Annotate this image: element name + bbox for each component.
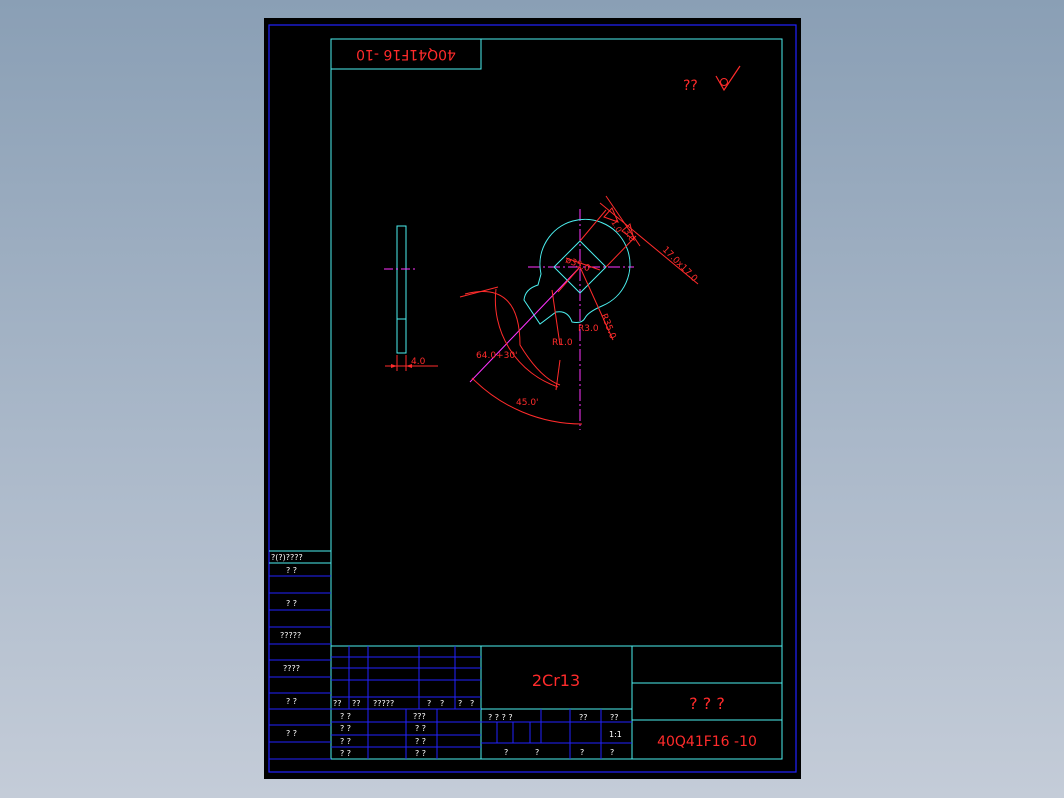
sign-row-2: ? ? [340, 724, 351, 733]
side-panel-row-4: ???? [283, 664, 300, 673]
rev-label-1: ?? [333, 699, 342, 708]
code-rotated-text: 40Q41F16 -10 [356, 46, 456, 62]
rev-label-7: ? [470, 699, 474, 708]
drawing-viewport[interactable]: 40Q41F16 -10 ?? 4.0 17.0x17.0 1.0 3.0 ø3… [0, 0, 1064, 798]
side-panel-row-6: ? ? [286, 729, 297, 738]
side-panel-row-2: ? ? [286, 599, 297, 608]
sign-col-4: ? ? [415, 749, 426, 758]
part-name-text: ? ? ? [689, 694, 725, 713]
material-text: 2Cr13 [532, 671, 580, 690]
part-code-text: 40Q41F16 -10 [657, 734, 757, 750]
r3-dimension: R3.0 [578, 324, 599, 334]
side-panel-row-1: ? ? [286, 566, 297, 575]
sign-row-4: ? ? [340, 749, 351, 758]
stage-label-1: ? ? ? ? [488, 713, 513, 722]
side-panel-header: ?(?)???? [271, 553, 303, 562]
bottom-label-3: ? [580, 748, 584, 757]
scale-text: 1:1 [609, 730, 622, 739]
arc-radius-value: 64.0 [476, 351, 496, 361]
sign-row-1: ? ? [340, 712, 351, 721]
rev-label-6: ? [458, 699, 462, 708]
sign-row-3: ? ? [340, 737, 351, 746]
roughness-text: ?? [683, 78, 698, 94]
sign-col-1: ??? [413, 712, 426, 721]
arc-radius-dimension: 64.0+30' [476, 351, 518, 361]
rev-label-4: ? [427, 699, 431, 708]
rev-label-5: ? [440, 699, 444, 708]
sign-col-2: ? ? [415, 724, 426, 733]
bottom-label-4: ? [610, 748, 614, 757]
rev-label-3: ????? [373, 699, 394, 708]
side-panel-row-3: ????? [280, 631, 301, 640]
sign-col-3: ? ? [415, 737, 426, 746]
stage-label-2: ?? [579, 713, 588, 722]
arc-radius-tolerance: +30' [496, 351, 517, 361]
stage-label-3: ?? [610, 713, 619, 722]
r1-dimension: R1.0 [552, 338, 573, 348]
angle-dimension: 45.0' [516, 398, 539, 408]
bottom-label-1: ? [504, 748, 508, 757]
bottom-label-2: ? [535, 748, 539, 757]
rev-label-2: ?? [352, 699, 361, 708]
side-panel-row-5: ? ? [286, 697, 297, 706]
thickness-dimension: 4.0 [411, 357, 426, 367]
